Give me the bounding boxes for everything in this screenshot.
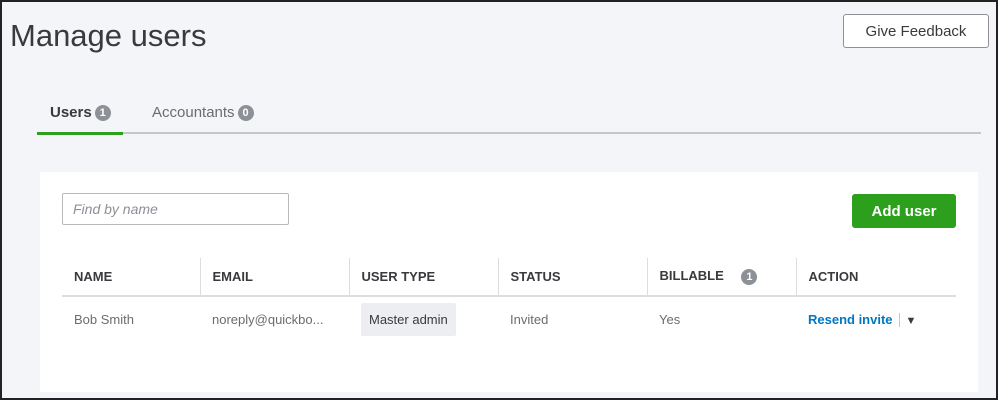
header-billable[interactable]: BILLABLE 1 — [646, 258, 796, 297]
billable-count-badge: 1 — [741, 269, 758, 285]
header-billable-label: BILLABLE — [659, 268, 724, 283]
divider — [898, 313, 900, 328]
user-status: Invited — [510, 312, 549, 327]
give-feedback-button[interactable]: Give Feedback — [843, 14, 989, 48]
user-type-cell: Master admin — [349, 296, 498, 342]
action-cell: Resend invite ▼ — [796, 296, 956, 342]
header-user-type[interactable]: USER TYPE — [348, 258, 498, 297]
count-badge: 1 — [94, 104, 111, 121]
user-name: Bob Smith — [74, 312, 134, 327]
table-header-row: NAME EMAIL USER TYPE STATUS BILLABLE 1 A… — [62, 258, 956, 297]
table-row: Bob Smith noreply@quickbo... Master admi… — [62, 296, 956, 342]
user-email: noreply@quickbo... — [212, 312, 324, 327]
user-billable: Yes — [659, 312, 681, 327]
caret-down-icon[interactable]: ▼ — [906, 315, 917, 327]
header-action: ACTION — [795, 258, 956, 297]
tab-users[interactable]: Users 1 — [37, 104, 123, 135]
find-by-name-input[interactable] — [62, 193, 289, 225]
tab-label: Users — [50, 104, 92, 121]
count-badge: 0 — [237, 104, 254, 121]
users-table: NAME EMAIL USER TYPE STATUS BILLABLE 1 A… — [62, 258, 956, 342]
tab-bar: Users 1 Accountants 0 — [37, 98, 981, 135]
tab-accountants[interactable]: Accountants 0 — [152, 104, 254, 121]
user-type-pill: Master admin — [361, 303, 456, 336]
add-user-button[interactable]: Add user — [852, 194, 956, 228]
header-email[interactable]: EMAIL — [199, 258, 349, 297]
tab-label: Accountants — [152, 104, 235, 121]
users-card: Add user NAME EMAIL USER TYPE STATUS BIL… — [40, 172, 978, 392]
header-name[interactable]: NAME — [62, 258, 200, 297]
header-status[interactable]: STATUS — [497, 258, 647, 297]
resend-invite-link[interactable]: Resend invite — [808, 312, 893, 327]
page-title: Manage users — [10, 18, 207, 53]
